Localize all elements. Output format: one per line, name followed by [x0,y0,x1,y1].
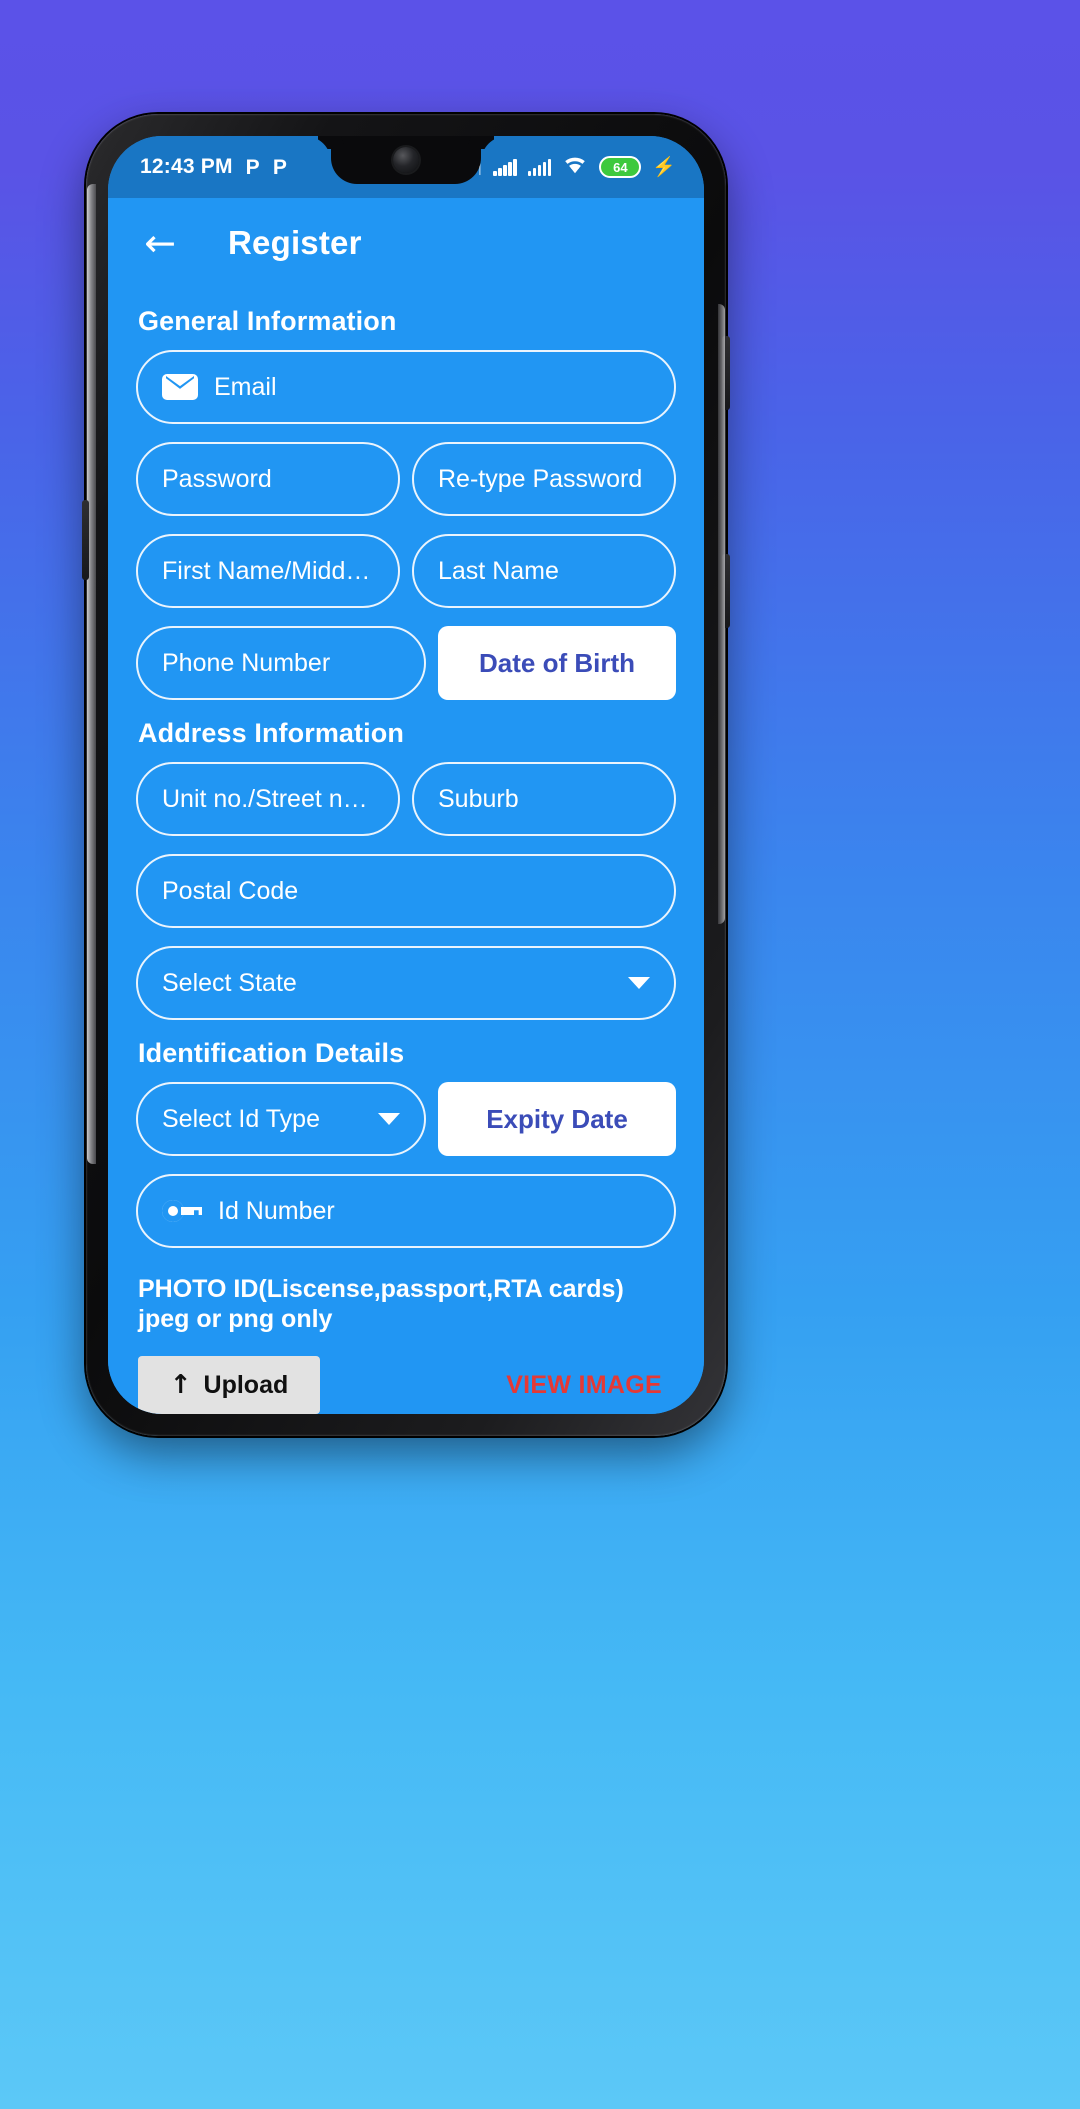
street-field[interactable]: Unit no./Street no./... [136,762,400,836]
front-camera [393,147,419,173]
upload-row: ↑ Upload VIEW IMAGE [136,1356,676,1414]
last-name-field[interactable]: Last Name [412,534,676,608]
retype-password-placeholder: Re-type Password [438,464,643,493]
phone-number-field[interactable]: Phone Number [136,626,426,700]
suburb-field[interactable]: Suburb [412,762,676,836]
state-row: Select State [136,946,676,1020]
password-row: Password Re-type Password [136,442,676,516]
phone-dob-row: Phone Number Date of Birth [136,626,676,700]
p-app-icon-2: P [272,155,288,179]
upload-icon: ↑ [169,1370,192,1400]
wifi-icon [562,155,588,179]
section-title-address: Address Information [138,718,404,748]
email-placeholder: Email [214,372,277,401]
charging-bolt-icon: ⚡ [652,156,676,178]
back-arrow-icon[interactable]: ← [138,224,182,262]
street-suburb-row: Unit no./Street no./... Suburb [136,762,676,836]
view-image-link[interactable]: VIEW IMAGE [506,1371,674,1400]
phone-screen: 12:43 PM P P ᛗ 64 ⚡ [108,136,704,1414]
photo-id-helper-text: PHOTO ID(Liscense,passport,RTA cards) jp… [138,1275,624,1333]
expiry-date-button[interactable]: Expity Date [438,1082,676,1156]
register-form: General Information Email Password Re-ty… [108,306,704,1414]
app-bar: ← Register [108,198,704,288]
section-title-general: General Information [138,306,397,336]
id-type-expiry-row: Select Id Type Expity Date [136,1082,676,1156]
id-number-placeholder: Id Number [218,1196,335,1225]
password-placeholder: Password [162,464,272,493]
select-id-type-value: Select Id Type [162,1104,320,1133]
volume-button[interactable] [722,554,730,628]
email-row: Email [136,350,676,424]
mail-icon [162,374,198,400]
chevron-down-icon [378,1113,400,1125]
register-screen: ← Register General Information Email Pas… [108,198,704,1414]
email-field[interactable]: Email [136,350,676,424]
status-bar-clock: 12:43 PM [140,155,233,178]
date-of-birth-button[interactable]: Date of Birth [438,626,676,700]
street-placeholder: Unit no./Street no./... [162,784,374,813]
status-bar-left: 12:43 PM P P [130,155,287,179]
select-state-value: Select State [162,968,297,997]
id-number-field[interactable]: Id Number [136,1174,676,1248]
suburb-placeholder: Suburb [438,784,519,813]
id-number-row: Id Number [136,1174,676,1248]
upload-button-label: Upload [203,1370,289,1399]
p-app-icon-1: P [245,155,260,179]
battery-percent-label: 64 [613,159,628,175]
page-title: Register [228,224,362,261]
section-title-identification: Identification Details [138,1038,405,1068]
retype-password-field[interactable]: Re-type Password [412,442,676,516]
sim-tray [82,500,89,580]
signal-bars-sim2-icon [527,158,552,176]
upload-button[interactable]: ↑ Upload [138,1356,320,1414]
first-name-placeholder: First Name/Middle ... [162,556,374,585]
name-row: First Name/Middle ... Last Name [136,534,676,608]
select-state-dropdown[interactable]: Select State [136,946,676,1020]
power-button[interactable] [722,336,730,410]
select-id-type-dropdown[interactable]: Select Id Type [136,1082,426,1156]
last-name-placeholder: Last Name [438,556,559,585]
phone-device-frame: 12:43 PM P P ᛗ 64 ⚡ [82,114,730,1436]
chevron-down-icon [628,977,650,989]
status-bar: 12:43 PM P P ᛗ 64 ⚡ [108,136,704,198]
first-name-field[interactable]: First Name/Middle ... [136,534,400,608]
phone-number-placeholder: Phone Number [162,648,331,677]
postal-code-placeholder: Postal Code [162,876,299,905]
password-field[interactable]: Password [136,442,400,516]
postal-row: Postal Code [136,854,676,928]
postal-code-field[interactable]: Postal Code [136,854,676,928]
key-icon [162,1200,202,1222]
battery-indicator: 64 [599,156,642,178]
display-notch [331,136,481,184]
